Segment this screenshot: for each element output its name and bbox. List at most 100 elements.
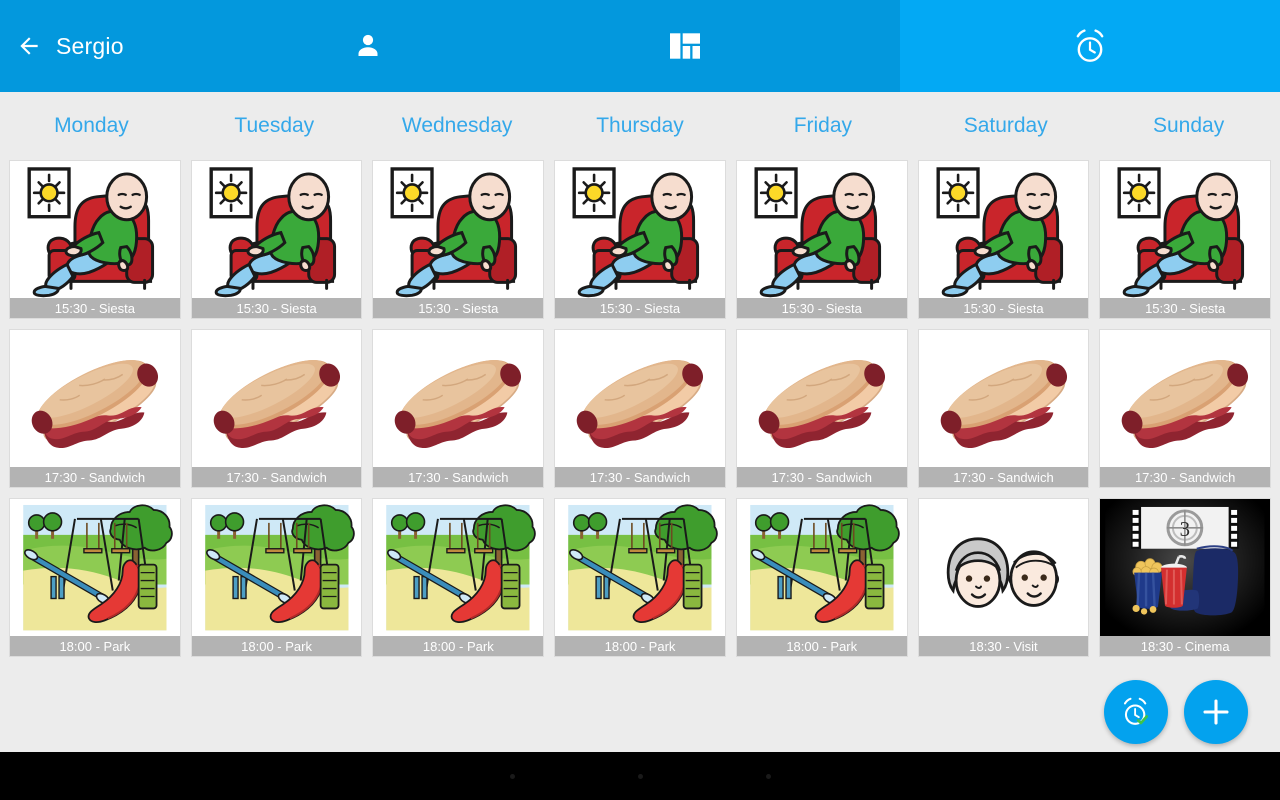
sandwich-pictogram xyxy=(1100,330,1271,468)
activity-card[interactable]: 17:30 - Sandwich xyxy=(372,329,545,488)
activity-cell: 15:30 - Siesta xyxy=(186,160,368,329)
siesta-pictogram xyxy=(10,161,180,299)
activity-card[interactable]: 15:30 - Siesta xyxy=(917,160,1090,319)
back-navigation[interactable]: Sergio xyxy=(0,0,265,92)
app-bar: Sergio xyxy=(0,0,1280,92)
alarm-check-button[interactable] xyxy=(1104,680,1168,744)
activity-card[interactable]: 3 18:30 - Cinema xyxy=(1099,498,1272,657)
activity-cell: 3 18:30 - Cinema xyxy=(1094,498,1276,667)
activity-card[interactable]: 15:30 - Siesta xyxy=(1099,160,1272,319)
app-screen: Sergio Monday Tuesday Wednesday Thursday… xyxy=(0,0,1280,800)
weekday-monday: Monday xyxy=(54,114,129,137)
cinema-pictogram: 3 xyxy=(1100,499,1271,637)
add-activity-button[interactable] xyxy=(1184,680,1248,744)
activity-cell: 17:30 - Sandwich xyxy=(913,329,1095,498)
activity-label: 17:30 - Sandwich xyxy=(555,467,725,487)
system-navigation-bar xyxy=(0,752,1280,800)
activity-card[interactable]: 15:30 - Siesta xyxy=(372,160,545,319)
activity-label: 15:30 - Siesta xyxy=(373,298,544,318)
activity-label: 15:30 - Siesta xyxy=(1100,298,1271,318)
activity-cell: 15:30 - Siesta xyxy=(4,160,186,329)
alarm-check-icon xyxy=(1123,697,1148,725)
activity-label: 18:30 - Cinema xyxy=(1100,636,1271,656)
activity-label: 17:30 - Sandwich xyxy=(918,467,1089,487)
activity-label: 18:00 - Park xyxy=(373,636,544,656)
activity-label: 17:30 - Sandwich xyxy=(191,467,362,487)
sandwich-pictogram xyxy=(736,330,907,468)
activity-cell: 18:00 - Park xyxy=(4,498,186,667)
dashboard-icon xyxy=(670,33,700,59)
activity-row: 15:30 - Siesta 15:30 - Siesta 15:30 - Si… xyxy=(4,160,1276,329)
siesta-pictogram xyxy=(373,161,544,299)
activity-label: 15:30 - Siesta xyxy=(555,298,725,318)
activity-label: 17:30 - Sandwich xyxy=(736,467,907,487)
activity-label: 18:00 - Park xyxy=(555,636,725,656)
activity-card[interactable]: 15:30 - Siesta xyxy=(9,160,181,319)
person-icon xyxy=(358,34,377,56)
activity-card[interactable]: 18:00 - Park xyxy=(735,498,908,657)
tab-agenda[interactable] xyxy=(900,0,1280,92)
weekday-friday: Friday xyxy=(793,114,853,137)
activity-cell: 17:30 - Sandwich xyxy=(731,329,913,498)
activity-card[interactable]: 15:30 - Siesta xyxy=(554,160,726,319)
activity-cell: 17:30 - Sandwich xyxy=(549,329,731,498)
activity-card[interactable]: 17:30 - Sandwich xyxy=(9,329,181,488)
activity-card[interactable]: 18:00 - Park xyxy=(372,498,545,657)
activity-cell: 15:30 - Siesta xyxy=(731,160,913,329)
activity-label: 15:30 - Siesta xyxy=(918,298,1089,318)
activity-cell: 17:30 - Sandwich xyxy=(186,329,368,498)
activity-cell: 18:00 - Park xyxy=(549,498,731,667)
activity-cell: 17:30 - Sandwich xyxy=(4,329,186,498)
activity-label: 18:00 - Park xyxy=(191,636,362,656)
activity-cell: 15:30 - Siesta xyxy=(913,160,1095,329)
activity-label: 17:30 - Sandwich xyxy=(373,467,544,487)
activity-card[interactable]: 17:30 - Sandwich xyxy=(190,329,363,488)
weekday-tuesday: Tuesday xyxy=(234,114,315,137)
activity-label: 15:30 - Siesta xyxy=(10,298,180,318)
activity-label: 18:00 - Park xyxy=(736,636,907,656)
tab-profile[interactable] xyxy=(265,0,470,92)
activity-grid: 15:30 - Siesta 15:30 - Siesta 15:30 - Si… xyxy=(0,160,1280,667)
nav-dot-recent[interactable] xyxy=(766,773,771,779)
nav-dot-back[interactable] xyxy=(510,773,515,779)
siesta-pictogram xyxy=(191,161,362,299)
alarm-clock-icon xyxy=(1076,29,1104,62)
activity-card[interactable]: 18:30 - Visit xyxy=(917,498,1090,657)
activity-card[interactable]: 17:30 - Sandwich xyxy=(735,329,908,488)
activity-card[interactable]: 18:00 - Park xyxy=(190,498,363,657)
page-title: Sergio xyxy=(56,32,124,59)
activity-row: 18:00 - Park 18:00 - Park 18:00 - Park 1… xyxy=(4,498,1276,667)
activity-cell: 18:00 - Park xyxy=(367,498,549,667)
siesta-pictogram xyxy=(1100,161,1271,299)
siesta-pictogram xyxy=(918,161,1089,299)
activity-card[interactable]: 18:00 - Park xyxy=(554,498,726,657)
back-arrow-icon xyxy=(20,37,38,55)
plus-icon xyxy=(1203,699,1229,725)
activity-row: 17:30 - Sandwich 17:30 - Sandwich 17:30 … xyxy=(4,329,1276,498)
activity-card[interactable]: 18:00 - Park xyxy=(9,498,181,657)
tab-dashboard[interactable] xyxy=(470,0,900,92)
park-pictogram xyxy=(191,499,362,637)
activity-cell: 18:30 - Visit xyxy=(913,498,1095,667)
weekday-wednesday: Wednesday xyxy=(401,114,513,137)
weekday-sunday: Sunday xyxy=(1152,114,1225,137)
activity-label: 17:30 - Sandwich xyxy=(10,467,180,487)
svg-text:3: 3 xyxy=(1180,517,1190,541)
nav-dot-home[interactable] xyxy=(638,773,643,779)
activity-label: 17:30 - Sandwich xyxy=(1100,467,1271,487)
activity-cell: 18:00 - Park xyxy=(186,498,368,667)
activity-label: 15:30 - Siesta xyxy=(736,298,907,318)
activity-cell: 18:00 - Park xyxy=(731,498,913,667)
sandwich-pictogram xyxy=(373,330,544,468)
activity-cell: 15:30 - Siesta xyxy=(367,160,549,329)
weekday-header-row: Monday Tuesday Wednesday Thursday Friday… xyxy=(0,92,1280,160)
park-pictogram xyxy=(736,499,907,637)
activity-card[interactable]: 17:30 - Sandwich xyxy=(917,329,1090,488)
siesta-pictogram xyxy=(736,161,907,299)
activity-card[interactable]: 17:30 - Sandwich xyxy=(1099,329,1272,488)
activity-card[interactable]: 15:30 - Siesta xyxy=(190,160,363,319)
activity-card[interactable]: 15:30 - Siesta xyxy=(735,160,908,319)
activity-card[interactable]: 17:30 - Sandwich xyxy=(554,329,726,488)
activity-cell: 17:30 - Sandwich xyxy=(367,329,549,498)
activity-label: 15:30 - Siesta xyxy=(191,298,362,318)
